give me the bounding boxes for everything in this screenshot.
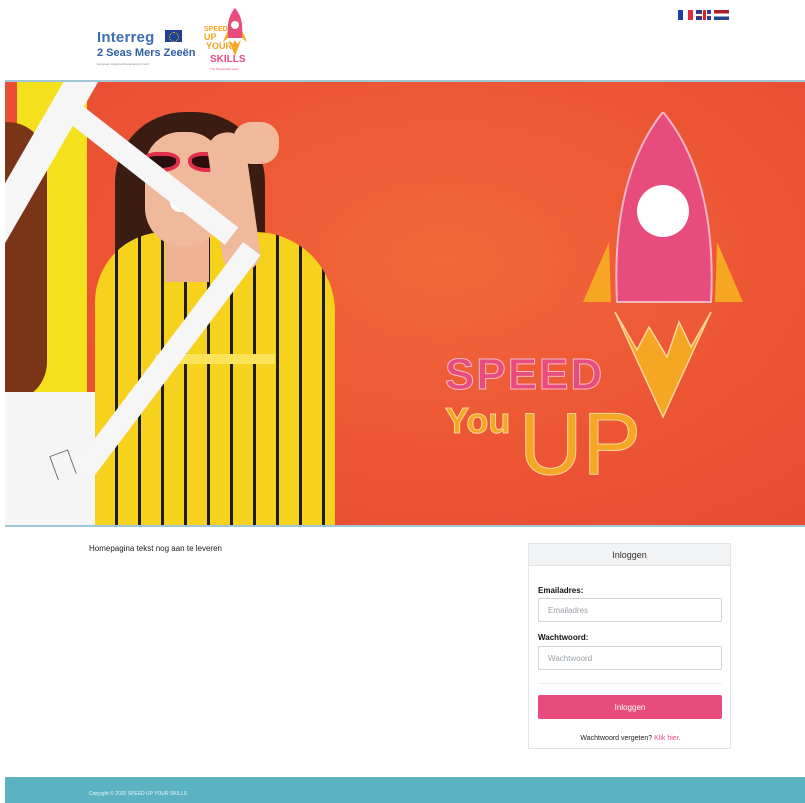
copyright-text: Copyight © 2020 SPEED UP YOUR SKILLS <box>89 791 187 797</box>
home-text: Homepagina tekst nog aan te leveren <box>89 544 222 553</box>
language-switcher <box>678 10 729 20</box>
login-title: Inloggen <box>529 544 730 566</box>
flag-nl-icon[interactable] <box>714 10 729 20</box>
interreg-fund: European Regional Development Fund <box>97 62 149 66</box>
login-button[interactable]: Inloggen <box>538 695 722 719</box>
speed-logo-tagline: The Peopleskill quest <box>210 67 239 71</box>
hero-banner: SPEED You UP <box>5 80 805 527</box>
banner-you-title: You <box>444 400 511 442</box>
divider <box>538 683 722 684</box>
forgot-password: Wachtwoord vergeten? Klik hier. <box>529 735 732 742</box>
interreg-program: 2 Seas Mers Zeeën <box>97 47 196 59</box>
flag-uk-icon[interactable] <box>696 10 711 20</box>
banner-woman-hand <box>233 122 279 164</box>
flag-fr-icon[interactable] <box>678 10 693 20</box>
eu-flag-icon <box>165 30 182 42</box>
banner-up-title: UP <box>518 394 642 493</box>
banner-woman-dress <box>95 232 335 525</box>
email-label: Emailadres: <box>538 586 584 595</box>
email-input[interactable] <box>538 598 722 622</box>
password-label: Wachtwoord: <box>538 633 589 642</box>
interreg-logo[interactable]: Interreg 2 Seas Mers Zeeën European Regi… <box>97 22 195 66</box>
header: Interreg 2 Seas Mers Zeeën European Regi… <box>0 0 805 80</box>
footer: Copyight © 2020 SPEED UP YOUR SKILLS <box>5 777 805 803</box>
forgot-password-text: Wachtwoord vergeten? <box>580 735 653 742</box>
page: Interreg 2 Seas Mers Zeeën European Regi… <box>0 0 805 803</box>
speed-up-your-skills-logo[interactable]: SPEED UP YOUR SKILLS The Peopleskill que… <box>192 8 252 74</box>
password-input[interactable] <box>538 646 722 670</box>
rocket-logo-icon <box>223 8 247 56</box>
speed-logo-line4: SKILLS <box>210 54 246 65</box>
interreg-name: Interreg <box>97 29 155 46</box>
login-panel: Inloggen Emailadres: Wachtwoord: Inlogge… <box>528 543 731 749</box>
forgot-password-link[interactable]: Klik hier. <box>654 735 680 742</box>
speed-logo-line3: YOUR <box>206 41 233 51</box>
banner-speed-title: SPEED <box>444 350 605 400</box>
